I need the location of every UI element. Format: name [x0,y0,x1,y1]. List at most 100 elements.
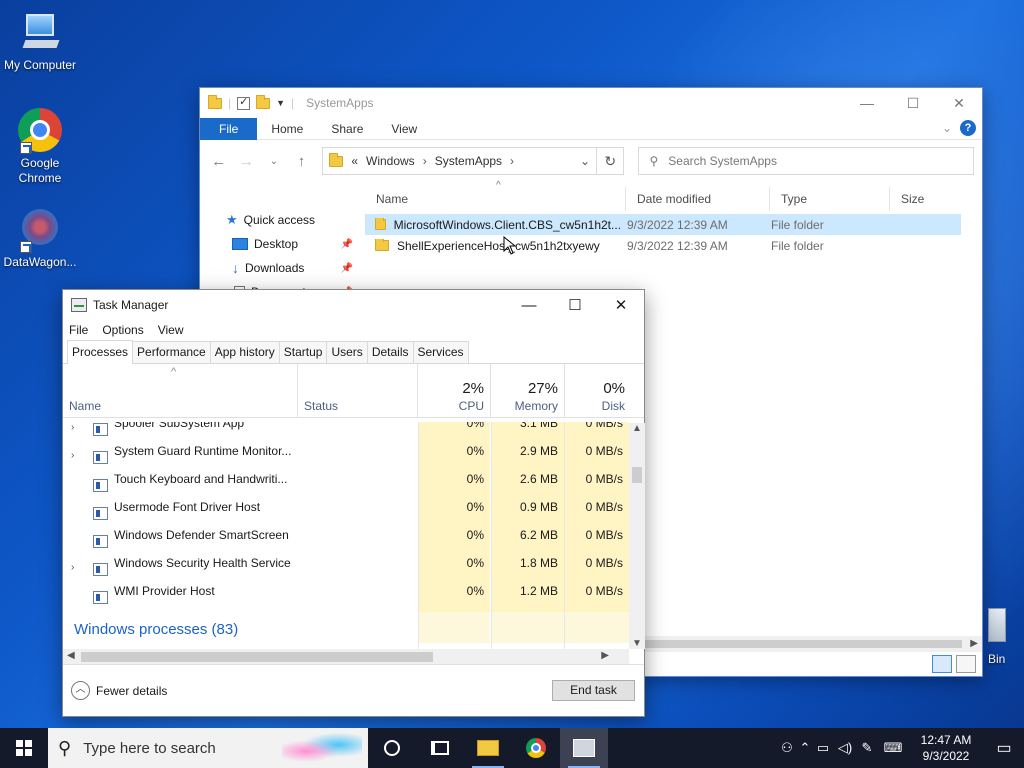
minimize-button[interactable]: — [844,88,890,118]
process-row[interactable]: Touch Keyboard and Handwriti... 0% 2.6 M… [63,472,629,500]
close-button[interactable]: ✕ [936,88,982,118]
scroll-right-icon[interactable]: ▶ [601,650,609,661]
fewer-details-button[interactable]: ︿ Fewer details [71,681,167,700]
column-header-cpu[interactable]: 2% CPU [418,364,491,418]
breadcrumb-systemapps[interactable]: SystemApps [435,154,502,168]
properties-icon[interactable] [237,95,251,110]
desktop-icon-my-computer[interactable]: My Computer [0,8,80,72]
process-row[interactable]: › Windows Security Health Service 0% 1.8… [63,556,629,584]
tab-performance[interactable]: Performance [132,341,211,363]
ribbon-tab-view[interactable]: View [377,118,431,140]
expand-chevron-icon[interactable]: › [71,422,74,433]
column-header-memory[interactable]: 27% Memory [491,364,565,418]
end-task-button[interactable]: End task [552,680,635,701]
details-view-button[interactable] [932,655,952,673]
up-icon[interactable]: ↑ [291,153,313,170]
search-placeholder: Search SystemApps [668,154,777,168]
scroll-left-icon[interactable]: ◀ [67,650,75,661]
file-row[interactable]: MicrosoftWindows.Client.CBS_cw5n1h2t... … [365,214,961,235]
menu-options[interactable]: Options [102,323,143,337]
back-icon[interactable]: ← [208,153,230,170]
nav-item-desktop[interactable]: Desktop 📌 [200,232,365,256]
desktop-icon-recycle-bin[interactable]: Bin [984,608,1024,668]
horizontal-scrollbar[interactable]: ◀ ▶ [63,649,629,665]
expand-ribbon-icon[interactable]: ⌄ [942,121,952,135]
recent-locations-icon[interactable]: ⌄ [263,156,285,167]
ribbon-tab-share[interactable]: Share [317,118,377,140]
large-icons-view-button[interactable] [956,655,976,673]
column-header-type[interactable]: Type [770,187,890,211]
vertical-scrollbar[interactable]: ▲ ▼ [629,423,645,649]
menu-view[interactable]: View [158,323,184,337]
process-row[interactable]: Windows Defender SmartScreen 0% 6.2 MB 0… [63,528,629,556]
maximize-button[interactable]: ☐ [552,290,598,320]
tab-app-history[interactable]: App history [209,341,280,363]
column-header-disk[interactable]: 0% Disk [565,364,639,418]
start-button[interactable] [0,728,48,768]
help-icon[interactable]: ? [960,120,976,136]
explorer-titlebar[interactable]: | ▼ | SystemApps — ☐ ✕ [200,88,982,118]
task-view-button[interactable] [416,728,464,768]
new-folder-icon[interactable] [256,94,271,109]
task-manager-window[interactable]: Task Manager — ☐ ✕ File Options View Pro… [62,289,645,717]
process-row[interactable]: WMI Provider Host 0% 1.2 MB 0 MB/s [63,584,629,612]
people-icon[interactable]: ⚇ [776,740,798,756]
customize-toolbar-icon[interactable]: ▼ [276,98,285,108]
scrollbar-thumb[interactable] [81,652,433,662]
chevron-up-icon[interactable]: ⌃ [798,740,812,756]
scroll-right-icon[interactable]: ▶ [970,636,978,652]
expand-chevron-icon[interactable]: › [71,450,74,461]
taskbar-chrome[interactable] [512,728,560,768]
file-row[interactable]: ShellExperienceHost_cw5n1h2txyewy 9/3/20… [365,235,982,256]
refresh-button[interactable]: ↻ [597,147,625,175]
horizontal-scrollbar[interactable]: ▶ [640,636,982,652]
address-dropdown-icon[interactable]: ⌄ [574,154,596,168]
keyboard-icon[interactable]: ⌨ [878,740,908,756]
menu-file[interactable]: File [69,323,88,337]
process-row[interactable]: › Spooler SubSystem App 0% 3.1 MB 0 MB/s [63,422,629,444]
tab-details[interactable]: Details [366,341,414,363]
ribbon-tab-file[interactable]: File [200,117,258,140]
volume-icon[interactable]: ◁) [834,740,856,756]
column-header-status[interactable]: Status [298,364,418,418]
pen-icon[interactable]: ✎ [856,740,878,756]
column-header-size[interactable]: Size [890,187,968,211]
taskbar-task-manager[interactable] [560,728,608,768]
tab-services[interactable]: Services [412,341,469,363]
scrollbar-thumb[interactable] [632,467,642,483]
network-icon[interactable]: ▭ [812,740,834,756]
chevron-right-icon[interactable]: › [510,154,514,168]
tab-startup[interactable]: Startup [278,341,328,363]
expand-chevron-icon[interactable]: › [71,562,74,573]
scroll-up-icon[interactable]: ▲ [632,423,642,434]
process-row[interactable]: Usermode Font Driver Host 0% 0.9 MB 0 MB… [63,500,629,528]
column-header-name[interactable]: ^ Name [63,364,298,418]
desktop-icon-google-chrome[interactable]: Google Chrome [0,106,80,186]
scroll-down-icon[interactable]: ▼ [632,638,642,649]
nav-item-quick-access[interactable]: ★ Quick access [200,208,365,232]
close-button[interactable]: ✕ [598,290,644,320]
notification-icon[interactable]: ▭ [984,738,1024,758]
taskmanager-titlebar[interactable]: Task Manager — ☐ ✕ [63,290,644,320]
nav-item-downloads[interactable]: ↓ Downloads 📌 [200,256,365,280]
cortana-button[interactable] [368,728,416,768]
process-group-header[interactable]: Windows processes (83) [63,612,629,643]
tab-processes[interactable]: Processes [67,340,134,364]
taskbar-file-explorer[interactable] [464,728,512,768]
forward-icon[interactable]: → [236,153,258,170]
tab-users[interactable]: Users [326,341,368,363]
desktop-icon-datawagon[interactable]: DataWagon... [0,205,80,269]
column-divider [564,422,565,649]
process-memory: 3.1 MB [491,422,564,444]
process-row[interactable]: › System Guard Runtime Monitor... 0% 2.9… [63,444,629,472]
clock[interactable]: 12:47 AM 9/3/2022 [908,732,984,764]
column-header-date-modified[interactable]: Date modified [626,187,770,211]
maximize-button[interactable]: ☐ [890,88,936,118]
minimize-button[interactable]: — [506,290,552,320]
address-bar[interactable]: « Windows › SystemApps › ⌄ [322,147,597,175]
ribbon-tab-home[interactable]: Home [257,118,317,140]
breadcrumb-windows[interactable]: Windows [366,154,415,168]
scrollbar-thumb[interactable] [640,640,962,648]
search-input[interactable]: ⚲ Search SystemApps [638,147,975,175]
taskbar-search-box[interactable]: ⚲ Type here to search [48,728,368,768]
